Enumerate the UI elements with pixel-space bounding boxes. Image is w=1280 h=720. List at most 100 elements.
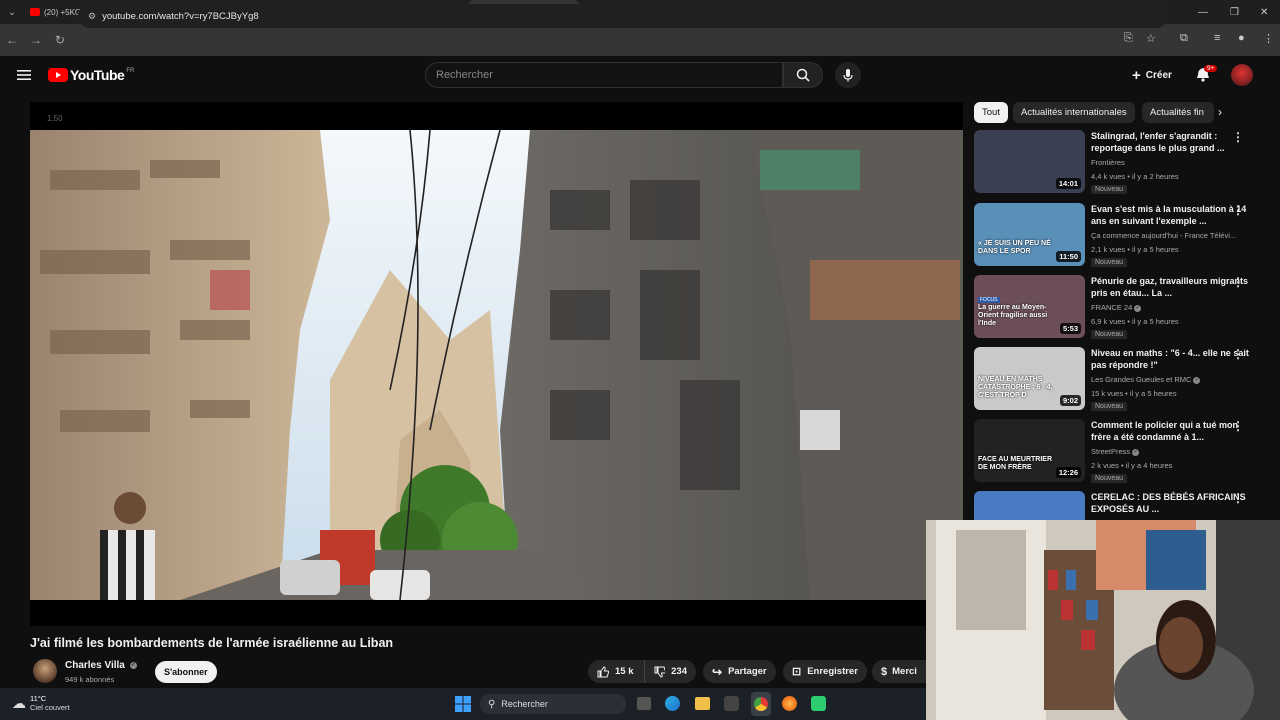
chrome-taskbar-button[interactable]: [751, 692, 771, 716]
related-video-item[interactable]: La guerre au Moyen-Orient fragilise auss…: [974, 275, 1264, 345]
related-video-meta: 2 k vues • il y a 4 heures: [1091, 461, 1173, 470]
voice-search-button[interactable]: [835, 62, 861, 88]
like-button[interactable]: 15 k: [588, 660, 644, 683]
task-view-icon[interactable]: [637, 697, 651, 710]
subscribe-button[interactable]: S'abonner: [155, 661, 217, 683]
video-thumbnail[interactable]: FACE AU MEURTRIER DE MON FRÈRE 12:26: [974, 419, 1085, 482]
bookmark-star-icon[interactable]: ☆: [1146, 32, 1156, 45]
related-video-channel[interactable]: Frontières: [1091, 158, 1251, 167]
related-video-channel[interactable]: StreetPress ✓: [1091, 447, 1251, 456]
video-thumbnail[interactable]: La guerre au Moyen-Orient fragilise auss…: [974, 275, 1085, 338]
thanks-label: Merci: [892, 666, 917, 677]
channel-subscribers: 949 k abonnés: [65, 675, 115, 684]
thumbnail-overlay-text: « JE SUIS UN PEU NÉ DANS LE SPOR: [978, 240, 1051, 255]
plus-icon: +: [1132, 67, 1141, 84]
reload-icon[interactable]: ↻: [48, 33, 72, 47]
related-video-title[interactable]: Stalingrad, l'enfer s'agrandit : reporta…: [1091, 130, 1249, 154]
url-text: youtube.com/watch?v=ry7BCJByYg8: [102, 10, 259, 22]
related-video-channel[interactable]: Ça commence aujourd'hui - France Télévi.…: [1091, 231, 1251, 240]
related-video-channel-name: Les Grandes Gueules et RMC: [1091, 375, 1192, 384]
profile-icon[interactable]: ●: [1238, 32, 1245, 44]
related-video-title[interactable]: Pénurie de gaz, travailleurs migrants pr…: [1091, 275, 1249, 299]
hamburger-menu-icon[interactable]: [17, 68, 31, 86]
video-thumbnail[interactable]: 14:01: [974, 130, 1085, 193]
taskbar-search[interactable]: ⚲ Rechercher: [480, 694, 626, 714]
close-window-button[interactable]: ✕: [1260, 0, 1268, 24]
tab-search-icon[interactable]: ⌄: [0, 0, 24, 24]
browser-menu-icon[interactable]: ⋮: [1263, 32, 1274, 45]
address-bar-row: ← → ↻: [0, 24, 1280, 56]
video-thumbnail[interactable]: « JE SUIS UN PEU NÉ DANS LE SPOR 11:50: [974, 203, 1085, 266]
related-video-meta: 4,4 k vues • il y a 2 heures: [1091, 172, 1179, 181]
video-options-icon[interactable]: ⋮: [1232, 203, 1244, 217]
logo-text: YouTube: [70, 67, 125, 83]
filter-chip[interactable]: Actualités fin: [1142, 102, 1214, 123]
cloud-icon: ☁: [12, 694, 26, 711]
app-icon[interactable]: [811, 696, 826, 711]
related-video-title[interactable]: Comment le policier qui a tué mon frère …: [1091, 419, 1249, 443]
store-icon[interactable]: [724, 696, 739, 711]
related-video-title[interactable]: CERELAC : DES BÉBÉS AFRICAINS EXPOSÉS AU…: [1091, 491, 1249, 515]
thanks-button[interactable]: $ Merci: [872, 660, 926, 683]
search-input[interactable]: Rechercher: [425, 62, 783, 88]
channel-avatar[interactable]: [33, 659, 57, 683]
microphone-icon: [843, 69, 853, 82]
related-video-item[interactable]: NIVEAU EN MATHS CATASTROPHE : 6 - 4, C'E…: [974, 347, 1264, 417]
dislike-button[interactable]: 234: [644, 660, 696, 683]
restore-button[interactable]: ❐: [1230, 0, 1239, 24]
site-info-icon[interactable]: ⚙: [88, 11, 96, 22]
save-button[interactable]: ⊡ Enregistrer: [783, 660, 867, 683]
weather-temp: 11°C: [30, 694, 47, 703]
chrome-icon: [754, 697, 768, 711]
video-frame: [30, 130, 963, 600]
new-badge: Nouveau: [1091, 185, 1128, 194]
video-player[interactable]: 1.50: [30, 102, 963, 626]
thumbnail-tag: FOCUS: [978, 297, 1000, 303]
filter-chip[interactable]: Tout: [974, 102, 1008, 123]
verified-icon: ✓: [1132, 448, 1140, 456]
video-thumbnail[interactable]: NIVEAU EN MATHS CATASTROPHE : 6 - 4, C'E…: [974, 347, 1085, 410]
new-badge: Nouveau: [1091, 258, 1128, 267]
video-duration: 14:01: [1055, 178, 1081, 189]
video-options-icon[interactable]: ⋮: [1232, 491, 1244, 505]
extensions-icon[interactable]: ⧉: [1180, 32, 1188, 45]
thumbnail-overlay-text: La guerre au Moyen-Orient fragilise auss…: [978, 304, 1048, 327]
back-icon[interactable]: ←: [0, 33, 24, 47]
windows-start-icon[interactable]: [455, 696, 471, 717]
chips-next-arrow-icon[interactable]: ›: [1218, 105, 1222, 119]
related-video-item[interactable]: « JE SUIS UN PEU NÉ DANS LE SPOR 11:50 Eva…: [974, 203, 1264, 273]
related-video-channel-name: Ça commence aujourd'hui - France Télévi.…: [1091, 231, 1237, 240]
search-button[interactable]: [783, 62, 823, 88]
related-video-channel[interactable]: FRANCE 24 ✓: [1091, 303, 1251, 312]
share-button[interactable]: ↪ Partager: [703, 660, 776, 683]
video-options-icon[interactable]: ⋮: [1232, 130, 1244, 144]
related-video-channel-name: StreetPress: [1091, 447, 1131, 456]
forward-icon[interactable]: →: [24, 33, 48, 47]
notifications-button[interactable]: 9+: [1196, 65, 1218, 87]
related-video-item[interactable]: 14:01 Stalingrad, l'enfer s'agrandit : re…: [974, 130, 1264, 200]
weather-widget[interactable]: ☁ 11°C Ciel couvert: [12, 694, 70, 712]
verified-icon: ✓: [1193, 376, 1201, 384]
url-bar[interactable]: ⚙ youtube.com/watch?v=ry7BCJByYg8: [78, 4, 1168, 28]
youtube-logo[interactable]: YouTube FR: [48, 67, 134, 83]
minimize-button[interactable]: —: [1198, 0, 1208, 24]
create-button[interactable]: + Créer: [1132, 67, 1172, 84]
firefox-icon[interactable]: [782, 696, 797, 711]
channel-name[interactable]: Charles Villa ✓: [65, 660, 137, 671]
youtube-play-logo-icon: [48, 68, 68, 82]
video-options-icon[interactable]: ⋮: [1232, 419, 1244, 433]
file-explorer-icon[interactable]: [695, 697, 710, 710]
related-video-item[interactable]: FACE AU MEURTRIER DE MON FRÈRE 12:26 Comme…: [974, 419, 1264, 489]
related-video-channel[interactable]: Les Grandes Gueules et RMC ✓: [1091, 375, 1251, 384]
related-video-title[interactable]: Evan s'est mis à la musculation à 14 ans…: [1091, 203, 1249, 227]
filter-chip[interactable]: Actualités internationales: [1013, 102, 1135, 123]
subscribe-label: S'abonner: [164, 667, 208, 677]
video-options-icon[interactable]: ⋮: [1232, 275, 1244, 289]
video-options-icon[interactable]: ⋮: [1232, 347, 1244, 361]
edge-icon[interactable]: [665, 696, 680, 711]
cast-icon[interactable]: ⎘: [1124, 32, 1133, 45]
like-count: 15 k: [615, 666, 634, 677]
account-avatar[interactable]: [1231, 64, 1253, 86]
media-control-icon[interactable]: ≡: [1214, 32, 1220, 44]
related-video-title[interactable]: Niveau en maths : "6 - 4... elle ne sait…: [1091, 347, 1249, 371]
